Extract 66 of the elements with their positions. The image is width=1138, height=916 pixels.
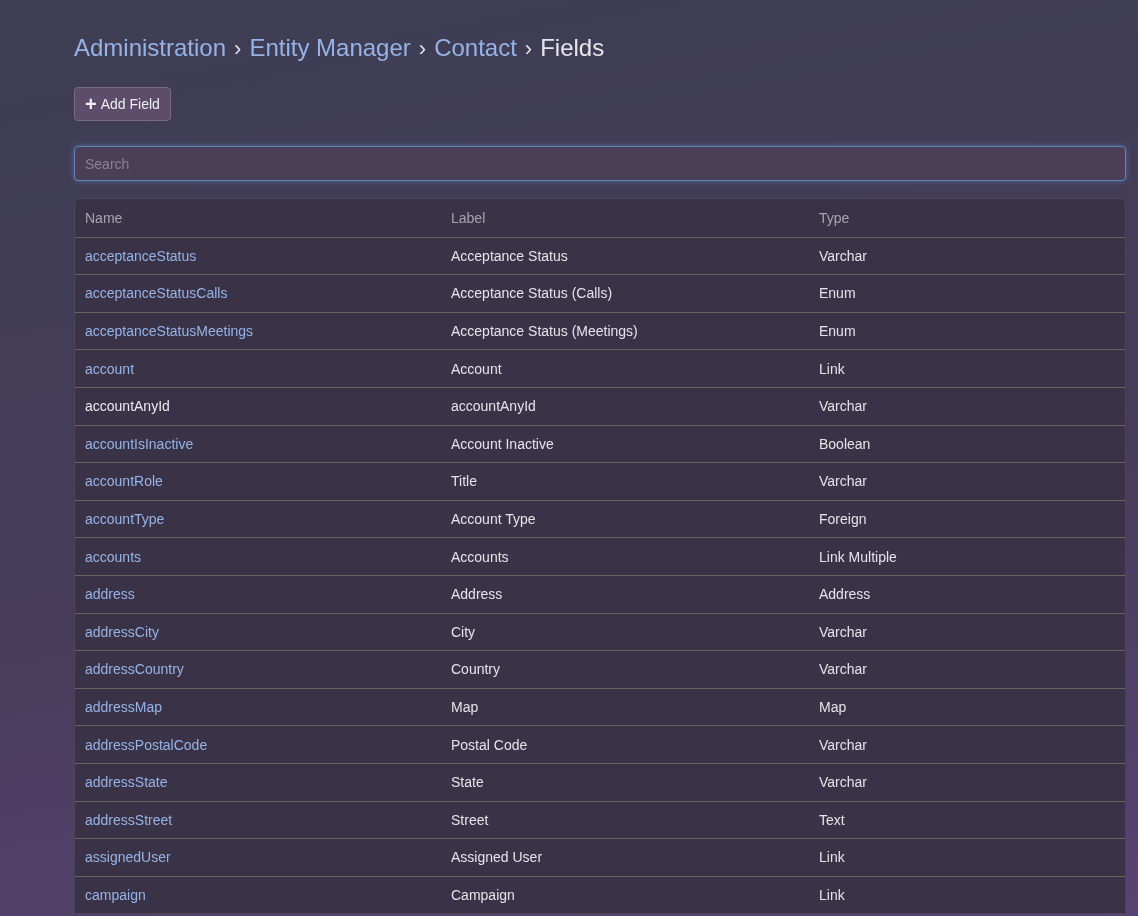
field-name-link[interactable]: addressPostalCode (85, 736, 208, 753)
column-header: Type (818, 209, 851, 226)
field-name-link[interactable]: acceptanceStatus (85, 247, 197, 264)
field-type: Varchar (819, 398, 867, 415)
field-label: Title (451, 473, 477, 490)
field-label: Account Type (451, 511, 536, 528)
breadcrumb-separator: › (418, 35, 427, 63)
field-type: Enum (819, 323, 856, 340)
breadcrumb-separator: › (524, 35, 533, 63)
field-label: Account Inactive (451, 435, 554, 452)
field-name-link[interactable]: addressCity (85, 623, 159, 640)
field-name-link[interactable]: addressMap (85, 699, 163, 715)
field-type: Varchar (819, 661, 867, 678)
breadcrumb-link[interactable]: Administration (74, 30, 227, 66)
field-type: Text (819, 811, 845, 828)
column-header: Label (450, 209, 487, 226)
field-name-link[interactable]: assignedUser (85, 849, 171, 866)
field-name-link[interactable]: accountIsInactive (85, 435, 194, 452)
field-type: Foreign (819, 511, 867, 528)
field-label: State (451, 774, 484, 791)
field-label: Campaign (451, 887, 515, 903)
field-name-link[interactable]: address (85, 586, 135, 603)
field-label: Account (451, 360, 502, 377)
field-type: Link Multiple (819, 548, 897, 565)
field-label: Accounts (451, 548, 509, 565)
breadcrumb-separator: › (234, 35, 242, 63)
field-label: Postal Code (451, 736, 528, 753)
field-label: Country (451, 661, 501, 678)
field-type: Varchar (819, 623, 867, 640)
page-title: Fields (540, 33, 605, 63)
column-header: Name (84, 209, 124, 226)
field-type: Varchar (819, 736, 867, 753)
field-label: accountAnyId (451, 398, 536, 415)
field-name-link[interactable]: accountType (85, 511, 165, 528)
field-name-link[interactable]: addressStreet (85, 811, 173, 828)
field-label: Address (451, 586, 503, 603)
field-type: Varchar (819, 774, 867, 791)
field-type: Link (819, 849, 845, 866)
field-type: Link (819, 360, 845, 377)
field-name-link[interactable]: addressCountry (85, 661, 184, 678)
field-type: Link (819, 887, 845, 903)
field-label: Street (451, 811, 489, 828)
field-type: Map (819, 699, 847, 715)
field-type: Varchar (819, 247, 867, 264)
field-type: Boolean (819, 435, 871, 452)
field-type: Address (819, 586, 871, 603)
field-name: accountAnyId (85, 398, 170, 415)
breadcrumb-link[interactable]: Contact (434, 30, 517, 66)
field-label: Acceptance Status (Calls) (451, 285, 613, 302)
field-name-link[interactable]: addressState (85, 774, 168, 791)
field-name-link[interactable]: account (85, 360, 135, 377)
field-name-link[interactable]: campaign (85, 887, 146, 903)
field-name-link[interactable]: acceptanceStatusMeetings (85, 323, 254, 340)
field-label: City (451, 623, 476, 640)
field-label: Assigned User (451, 849, 543, 866)
field-label: Map (451, 699, 479, 715)
field-type: Enum (819, 285, 856, 302)
field-name-link[interactable]: accounts (85, 548, 142, 565)
search-field[interactable]: Search (74, 146, 1126, 181)
add-field-button[interactable]: + Add Field (74, 87, 171, 121)
field-name-link[interactable]: acceptanceStatusCalls (85, 285, 228, 302)
field-name-link[interactable]: accountRole (85, 473, 163, 490)
field-type: Varchar (819, 473, 867, 490)
field-label: Acceptance Status (451, 247, 568, 264)
breadcrumb-link[interactable]: Entity Manager (249, 30, 411, 66)
field-label: Acceptance Status (Meetings) (451, 323, 638, 340)
